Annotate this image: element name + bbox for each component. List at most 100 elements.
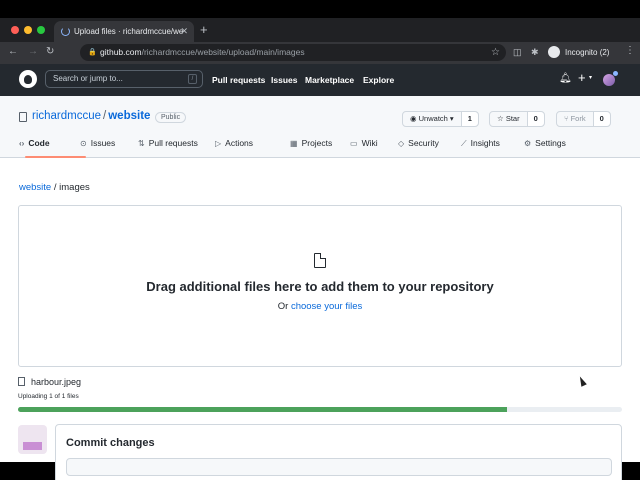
commit-changes-box: Commit changes [55, 424, 622, 480]
back-icon[interactable]: ← [8, 46, 18, 57]
new-tab-button[interactable]: + [200, 22, 208, 37]
tab-insights-label: Insights [470, 138, 500, 148]
breadcrumb-repo-link[interactable]: website [19, 182, 51, 193]
commit-changes-title: Commit changes [66, 437, 155, 449]
loading-spinner-icon [61, 27, 70, 36]
dropzone-subtitle: Or choose your files [19, 301, 621, 312]
browser-tab-strip: Upload files · richardmccue/we ✕ + [0, 18, 640, 42]
tab-projects[interactable]: ▦ Projects [290, 136, 350, 158]
forward-icon[interactable]: → [28, 46, 38, 57]
search-shortcut-key: / [188, 74, 197, 84]
watch-button[interactable]: ◉ Unwatch ▾ 1 [402, 111, 479, 127]
search-input[interactable]: Search or jump to... / [45, 70, 203, 88]
dropzone-or-text: Or [277, 301, 289, 312]
url-host: github.com [100, 47, 142, 57]
chevron-down-icon[interactable]: ▾ [589, 74, 592, 81]
close-tab-icon[interactable]: ✕ [180, 21, 188, 42]
url-path: /richardmccue/website/upload/main/images [141, 47, 305, 57]
table-icon: ▦ [290, 139, 298, 148]
chevron-down-icon: ▾ [447, 114, 454, 123]
graph-icon: ⟋ [461, 139, 467, 148]
extensions-puzzle-icon[interactable]: ✱ [531, 47, 539, 58]
incognito-label: Incognito (2) [565, 48, 610, 57]
github-logo-icon[interactable] [19, 70, 37, 88]
pull-request-icon: ⇅ [138, 139, 145, 148]
tab-settings[interactable]: ⚙ Settings [524, 136, 584, 158]
fork-count: 0 [593, 112, 610, 126]
search-placeholder: Search or jump to... [53, 74, 123, 83]
star-label: Star [505, 114, 520, 123]
close-window-icon[interactable] [11, 26, 19, 34]
tab-pull-requests[interactable]: ⇅ Pull requests [138, 136, 205, 158]
book-icon: ▭ [350, 139, 358, 148]
tab-issues-label: Issues [90, 138, 116, 148]
tab-code[interactable]: ‹› Code [19, 136, 86, 158]
shield-icon: ◇ [398, 139, 405, 148]
pocket-icon[interactable]: ◫ [513, 47, 522, 58]
fork-button[interactable]: ⑂ Fork 0 [556, 111, 611, 127]
fork-label: Fork [570, 114, 586, 123]
commit-message-input[interactable] [66, 458, 612, 476]
tab-projects-label: Projects [301, 138, 333, 148]
repo-tabs: ‹› Code ⊙ Issues ⇅ Pull requests ▷ Actions ▦… [19, 136, 584, 158]
gear-icon: ⚙ [524, 139, 532, 148]
create-new-plus-icon[interactable]: + [578, 70, 586, 85]
maximize-window-icon[interactable] [37, 26, 45, 34]
tab-wiki-label: Wiki [361, 138, 378, 148]
tab-code-label: Code [28, 138, 50, 148]
user-avatar[interactable] [603, 74, 615, 86]
file-icon [314, 253, 326, 268]
commit-author-avatar [18, 425, 47, 454]
tab-actions-label: Actions [225, 138, 254, 148]
star-button[interactable]: ☆ Star 0 [489, 111, 545, 127]
repo-icon [19, 112, 27, 122]
notifications-bell-icon[interactable]: 🔔︎ [559, 73, 572, 84]
minimize-window-icon[interactable] [24, 26, 32, 34]
reload-icon[interactable]: ↻ [46, 46, 54, 57]
uploaded-file: harbour.jpeg [18, 377, 81, 387]
choose-files-link[interactable]: choose your files [291, 301, 362, 312]
breadcrumb-separator: / [53, 182, 57, 193]
upload-status: Uploading 1 of 1 files [18, 393, 79, 400]
repo-title: richardmccue / website [32, 110, 150, 122]
issue-icon: ⊙ [80, 139, 87, 148]
browser-toolbar: ← → ↻ 🔒 github.com/richardmccue/website/… [0, 42, 640, 64]
repo-owner-link[interactable]: richardmccue [32, 110, 101, 122]
upload-progress-bar [18, 407, 622, 412]
repo-header: richardmccue / website Public ◉ Unwatch ▾ … [0, 96, 640, 158]
bookmark-star-icon[interactable]: ☆ [491, 44, 500, 61]
browser-menu-icon[interactable]: ⋮ [625, 45, 635, 56]
tab-pull-requests-label: Pull requests [148, 138, 198, 148]
file-dropzone[interactable]: Drag additional files here to add them t… [18, 205, 622, 367]
uploaded-file-name: harbour.jpeg [31, 377, 82, 387]
code-icon: ‹› [19, 139, 25, 148]
incognito-indicator[interactable]: Incognito (2) [548, 46, 609, 58]
tab-settings-label: Settings [535, 138, 566, 148]
play-icon: ▷ [215, 139, 222, 148]
incognito-icon [548, 46, 560, 58]
dropzone-title: Drag additional files here to add them t… [146, 279, 494, 294]
nav-explore[interactable]: Explore [363, 64, 394, 96]
tab-title: Upload files · richardmccue/we [74, 27, 184, 36]
watch-count: 1 [461, 112, 478, 126]
repo-name-link[interactable]: website [108, 110, 150, 122]
watch-label: Unwatch [418, 114, 448, 123]
star-icon: ☆ [497, 114, 506, 123]
address-bar[interactable]: 🔒 github.com/richardmccue/website/upload… [80, 44, 506, 61]
nav-pull-requests[interactable]: Pull requests [212, 64, 265, 96]
file-icon [18, 377, 25, 386]
tab-actions[interactable]: ▷ Actions [215, 136, 290, 158]
star-count: 0 [527, 112, 544, 126]
tab-security-label: Security [408, 138, 439, 148]
nav-marketplace[interactable]: Marketplace [305, 64, 354, 96]
upload-progress-fill [18, 407, 508, 412]
repo-title-separator: / [103, 110, 107, 122]
breadcrumb-folder: images [59, 182, 90, 193]
github-header: Search or jump to... / Pull requests Iss… [0, 64, 640, 96]
tab-insights[interactable]: ⟋ Insights [461, 136, 524, 158]
tab-wiki[interactable]: ▭ Wiki [350, 136, 398, 158]
visibility-badge: Public [155, 112, 187, 123]
nav-issues[interactable]: Issues [271, 64, 297, 96]
tab-security[interactable]: ◇ Security [398, 136, 461, 158]
browser-tab[interactable]: Upload files · richardmccue/we ✕ [54, 21, 194, 42]
